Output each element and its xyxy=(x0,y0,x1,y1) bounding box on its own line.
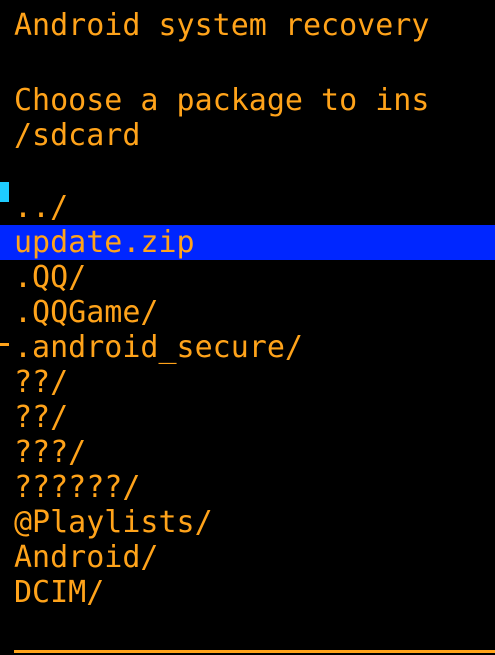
file-list: ../ update.zip .QQ/ .QQGame/ .android_se… xyxy=(0,190,495,610)
file-item-unknown-2[interactable]: ??/ xyxy=(0,400,495,435)
file-item-android[interactable]: Android/ xyxy=(0,540,495,575)
bottom-divider xyxy=(14,650,495,653)
current-directory: /sdcard xyxy=(14,118,141,153)
file-item-qqgame[interactable]: .QQGame/ xyxy=(0,295,495,330)
file-item-update-zip[interactable]: update.zip xyxy=(0,225,495,260)
file-item-unknown-3[interactable]: ???/ xyxy=(0,435,495,470)
instruction-text: Choose a package to ins xyxy=(14,83,430,118)
file-item-android-secure[interactable]: .android_secure/ xyxy=(0,330,495,365)
recovery-screen: Android system recovery Choose a package… xyxy=(0,0,495,655)
file-item-dcim[interactable]: DCIM/ xyxy=(0,575,495,610)
page-title: Android system recovery xyxy=(14,8,430,43)
file-item-qq[interactable]: .QQ/ xyxy=(0,260,495,295)
file-item-playlists[interactable]: @Playlists/ xyxy=(0,505,495,540)
file-item-unknown-4[interactable]: ??????/ xyxy=(0,470,495,505)
file-item-parent-dir[interactable]: ../ xyxy=(0,190,495,225)
file-item-unknown-1[interactable]: ??/ xyxy=(0,365,495,400)
